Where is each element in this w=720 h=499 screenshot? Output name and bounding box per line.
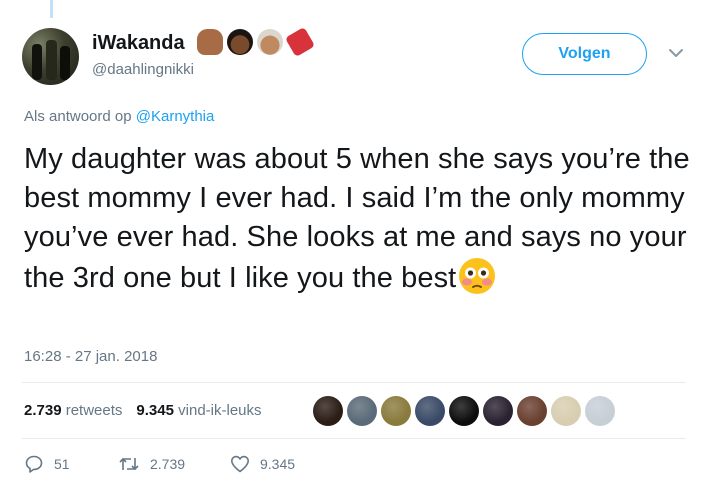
tweet-body: My daughter was about 5 when she says yo… [24, 143, 690, 294]
tweet-timestamp[interactable]: 16:28 - 27 jan. 2018 [24, 348, 157, 365]
reply-action[interactable]: 51 [24, 454, 106, 474]
raised-fist-icon [197, 29, 223, 55]
liker-avatar[interactable] [449, 396, 479, 426]
likes-label: vind-ik-leuks [178, 402, 262, 419]
heart-icon [231, 455, 249, 473]
retweets-label: retweets [65, 402, 123, 419]
like-count: 9.345 [260, 456, 296, 472]
reply-mention-link[interactable]: @Karnythia [136, 108, 215, 125]
retweets-count: 2.739 [24, 402, 62, 419]
tweet-actions: 51 2.739 9.345 [24, 454, 295, 474]
flushed-face-icon [458, 257, 496, 295]
reply-count: 51 [54, 456, 70, 472]
likes-stat[interactable]: 9.345 vind-ik-leuks [136, 402, 261, 419]
reply-context: Als antwoord op @Karnythia [24, 108, 214, 125]
thread-connector-line [50, 0, 53, 18]
tweet-header: iWakanda @daahlingnikki Volgen [22, 26, 698, 88]
tweet-text: My daughter was about 5 when she says yo… [24, 140, 694, 298]
retweet-action[interactable]: 2.739 [118, 454, 226, 474]
avatar[interactable] [22, 28, 79, 85]
liker-avatar[interactable] [313, 396, 343, 426]
liker-avatar[interactable] [415, 396, 445, 426]
man-turban-emoji-icon [257, 29, 283, 55]
divider-top [22, 382, 686, 383]
user-handle[interactable]: @daahlingnikki [92, 61, 194, 78]
reply-icon [25, 455, 43, 473]
divider-bottom [22, 438, 686, 439]
ticket-emoji-icon [284, 26, 316, 58]
liker-avatar[interactable] [347, 396, 377, 426]
liker-avatar[interactable] [483, 396, 513, 426]
name-emojis [197, 26, 316, 58]
woman-emoji-icon [227, 29, 253, 55]
chevron-down-icon[interactable] [667, 46, 685, 60]
engagement-stats: 2.739 retweets 9.345 vind-ik-leuks [24, 402, 262, 419]
follow-button[interactable]: Volgen [522, 33, 647, 75]
liker-avatar[interactable] [551, 396, 581, 426]
liker-avatars [313, 396, 615, 426]
likes-count: 9.345 [136, 402, 174, 419]
liker-avatar[interactable] [381, 396, 411, 426]
like-action[interactable]: 9.345 [230, 454, 295, 474]
retweets-stat[interactable]: 2.739 retweets [24, 402, 122, 419]
liker-avatar[interactable] [585, 396, 615, 426]
reply-prefix: Als antwoord op [24, 108, 132, 125]
retweet-icon [119, 458, 139, 470]
display-name[interactable]: iWakanda [92, 32, 185, 55]
retweet-count: 2.739 [150, 456, 186, 472]
liker-avatar[interactable] [517, 396, 547, 426]
